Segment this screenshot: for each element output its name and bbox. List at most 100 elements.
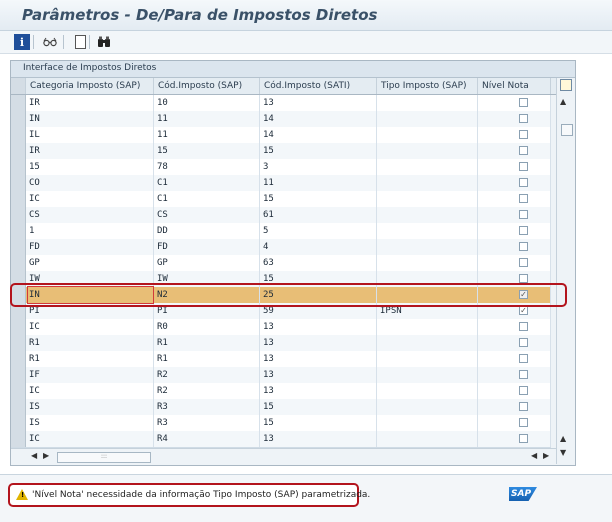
nivel-nota-checkbox[interactable]: ✓ bbox=[519, 306, 528, 315]
cell-cat[interactable]: IR bbox=[26, 143, 154, 159]
row-selector[interactable] bbox=[11, 95, 26, 111]
nivel-nota-checkbox[interactable] bbox=[519, 242, 528, 251]
cell-sap[interactable]: 10 bbox=[154, 95, 260, 111]
col-header-cod-sati[interactable]: Cód.Imposto (SATI) bbox=[260, 78, 377, 94]
row-selector[interactable] bbox=[11, 223, 26, 239]
table-row[interactable]: IN 11 14 bbox=[11, 111, 551, 128]
row-selector[interactable] bbox=[11, 415, 26, 431]
cell-sati[interactable]: 13 bbox=[260, 335, 377, 351]
nivel-nota-checkbox[interactable] bbox=[519, 162, 528, 171]
row-selector[interactable] bbox=[11, 143, 26, 159]
cell-sap[interactable]: 11 bbox=[154, 111, 260, 127]
row-selector[interactable] bbox=[11, 111, 26, 127]
cell-cat[interactable]: IC bbox=[26, 431, 154, 447]
nivel-nota-checkbox[interactable] bbox=[519, 210, 528, 219]
cell-sati[interactable]: 11 bbox=[260, 175, 377, 191]
scroll-down-icon[interactable]: ▼ bbox=[560, 448, 566, 457]
cell-sap[interactable]: GP bbox=[154, 255, 260, 271]
cell-cat[interactable]: 1 bbox=[26, 223, 154, 239]
table-row[interactable]: IC C1 15 bbox=[11, 191, 551, 208]
cell-tipo[interactable] bbox=[377, 143, 478, 159]
table-row[interactable]: 15 78 3 bbox=[11, 159, 551, 176]
row-selector[interactable] bbox=[11, 175, 26, 191]
table-row[interactable]: IR 10 13 bbox=[11, 95, 551, 112]
scroll-down-icon[interactable]: ▲ bbox=[560, 434, 566, 443]
nivel-nota-checkbox[interactable] bbox=[519, 114, 528, 123]
cell-sap[interactable]: DD bbox=[154, 223, 260, 239]
table-row[interactable]: GP GP 63 bbox=[11, 255, 551, 272]
scroll-left-icon[interactable]: ◀ bbox=[531, 451, 537, 460]
table-row[interactable]: CS CS 61 bbox=[11, 207, 551, 224]
cell-sap[interactable]: C1 bbox=[154, 191, 260, 207]
select-all-cell[interactable] bbox=[11, 78, 26, 94]
table-row[interactable]: IF R2 13 bbox=[11, 367, 551, 384]
cell-sap[interactable]: C1 bbox=[154, 175, 260, 191]
nivel-nota-checkbox[interactable] bbox=[519, 178, 528, 187]
scroll-up-icon[interactable]: ▲ bbox=[560, 97, 566, 106]
nivel-nota-checkbox[interactable] bbox=[519, 226, 528, 235]
cell-sap[interactable]: 78 bbox=[154, 159, 260, 175]
horizontal-scrollbar[interactable]: ◀ ▶ ::: ◀ ▶ bbox=[11, 448, 556, 465]
table-row[interactable]: IC R0 13 bbox=[11, 319, 551, 336]
cell-sap[interactable]: R3 bbox=[154, 399, 260, 415]
cell-sati[interactable]: 14 bbox=[260, 127, 377, 143]
nivel-nota-checkbox[interactable] bbox=[519, 338, 528, 347]
cell-sati[interactable]: 13 bbox=[260, 431, 377, 447]
cell-sati[interactable]: 61 bbox=[260, 207, 377, 223]
scroll-left-icon[interactable]: ◀ bbox=[31, 451, 37, 460]
cell-tipo[interactable] bbox=[377, 223, 478, 239]
cell-sati[interactable]: 15 bbox=[260, 191, 377, 207]
nivel-nota-checkbox[interactable] bbox=[519, 354, 528, 363]
cell-sap[interactable]: R1 bbox=[154, 335, 260, 351]
table-row[interactable]: 1 DD 5 bbox=[11, 223, 551, 240]
table-row[interactable]: IC R4 13 bbox=[11, 431, 551, 448]
cell-sati[interactable]: 13 bbox=[260, 351, 377, 367]
cell-sati[interactable]: 13 bbox=[260, 95, 377, 111]
cell-cat[interactable]: FD bbox=[26, 239, 154, 255]
nivel-nota-checkbox[interactable] bbox=[519, 146, 528, 155]
row-selector[interactable] bbox=[11, 383, 26, 399]
row-selector[interactable] bbox=[11, 351, 26, 367]
scroll-thumb[interactable] bbox=[561, 124, 573, 136]
row-selector[interactable] bbox=[11, 239, 26, 255]
cell-cat[interactable]: CO bbox=[26, 175, 154, 191]
cell-sap[interactable]: CS bbox=[154, 207, 260, 223]
scroll-right-icon[interactable]: ▶ bbox=[543, 451, 549, 460]
cell-sap[interactable]: R3 bbox=[154, 415, 260, 431]
row-selector[interactable] bbox=[11, 207, 26, 223]
cell-cat[interactable]: GP bbox=[26, 255, 154, 271]
nivel-nota-checkbox[interactable] bbox=[519, 322, 528, 331]
col-header-nivel-nota[interactable]: Nível Nota bbox=[478, 78, 551, 94]
table-row[interactable]: IL 11 14 bbox=[11, 127, 551, 144]
row-selector[interactable] bbox=[11, 127, 26, 143]
glasses-icon[interactable] bbox=[42, 34, 58, 50]
nivel-nota-checkbox[interactable] bbox=[519, 130, 528, 139]
nivel-nota-checkbox[interactable] bbox=[519, 274, 528, 283]
cell-cat[interactable]: 15 bbox=[26, 159, 154, 175]
cell-sati[interactable]: 63 bbox=[260, 255, 377, 271]
cell-tipo[interactable] bbox=[377, 319, 478, 335]
cell-sap[interactable]: R4 bbox=[154, 431, 260, 447]
cell-sati[interactable]: 15 bbox=[260, 415, 377, 431]
table-row[interactable]: IS R3 15 bbox=[11, 399, 551, 416]
cell-tipo[interactable] bbox=[377, 255, 478, 271]
cell-tipo[interactable] bbox=[377, 159, 478, 175]
cell-tipo[interactable] bbox=[377, 383, 478, 399]
cell-tipo[interactable] bbox=[377, 175, 478, 191]
cell-tipo[interactable] bbox=[377, 351, 478, 367]
cell-tipo[interactable] bbox=[377, 415, 478, 431]
cell-cat[interactable]: CS bbox=[26, 207, 154, 223]
cell-cat[interactable]: IC bbox=[26, 191, 154, 207]
cell-cat[interactable]: IR bbox=[26, 95, 154, 111]
cell-sati[interactable]: 13 bbox=[260, 319, 377, 335]
nivel-nota-checkbox[interactable] bbox=[519, 98, 528, 107]
row-selector[interactable] bbox=[11, 319, 26, 335]
layout-grid-icon[interactable] bbox=[560, 79, 572, 91]
cell-cat[interactable]: IC bbox=[26, 383, 154, 399]
cell-sati[interactable]: 4 bbox=[260, 239, 377, 255]
nivel-nota-checkbox[interactable] bbox=[519, 258, 528, 267]
cell-tipo[interactable] bbox=[377, 111, 478, 127]
cell-sap[interactable]: FD bbox=[154, 239, 260, 255]
row-selector[interactable] bbox=[11, 367, 26, 383]
nivel-nota-checkbox[interactable] bbox=[519, 386, 528, 395]
